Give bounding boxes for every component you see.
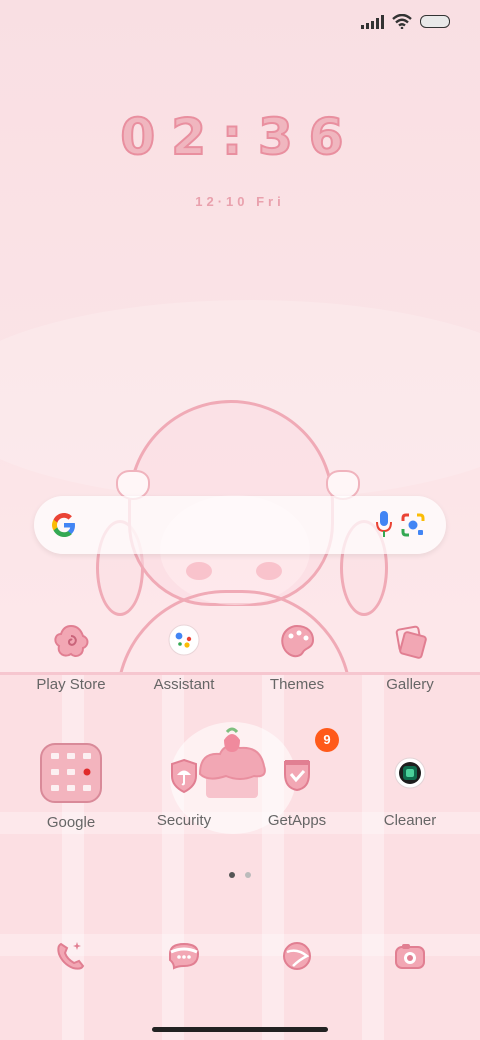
app-play-store[interactable]: Play Store <box>16 618 126 693</box>
palette-icon <box>273 618 321 666</box>
flower-swirl-icon <box>47 618 95 666</box>
page-dot-1[interactable] <box>229 872 235 878</box>
app-label: Play Store <box>36 676 106 693</box>
page-dot-2[interactable] <box>245 872 251 878</box>
clock-date[interactable]: 12·10 Fri <box>0 194 480 209</box>
app-label: Themes <box>269 676 325 693</box>
google-search-bar[interactable] <box>34 496 446 554</box>
page-indicator[interactable] <box>0 872 480 878</box>
app-label: Assistant <box>153 676 215 693</box>
battery-icon <box>420 15 450 28</box>
app-themes[interactable]: Themes <box>242 618 352 693</box>
app-assistant[interactable]: Assistant <box>129 618 239 693</box>
clock-time[interactable]: 02:36 <box>0 107 480 167</box>
wifi-icon <box>392 14 412 29</box>
app-gallery[interactable]: Gallery <box>355 618 465 693</box>
app-google-folder[interactable]: Google <box>16 742 126 831</box>
getapps-icon <box>273 752 321 800</box>
cleaner-icon <box>386 752 434 800</box>
browser-icon[interactable] <box>279 938 315 974</box>
folder-icon <box>39 742 103 804</box>
assistant-icon <box>160 618 208 666</box>
app-label: GetApps <box>267 812 327 829</box>
status-bar <box>361 14 450 29</box>
shield-umbrella-icon <box>160 752 208 800</box>
signal-icon <box>361 14 384 29</box>
gesture-nav-bar[interactable] <box>152 1027 328 1032</box>
camera-icon[interactable] <box>392 938 428 974</box>
phone-icon[interactable] <box>53 938 89 974</box>
app-label: Gallery <box>386 676 434 693</box>
lens-icon[interactable] <box>400 512 426 538</box>
app-label: Google <box>46 814 96 831</box>
app-getapps[interactable]: GetApps <box>242 752 352 829</box>
mic-icon[interactable] <box>376 510 392 538</box>
app-label: Cleaner <box>383 812 437 829</box>
photos-icon <box>386 618 434 666</box>
google-logo-icon <box>52 513 75 537</box>
app-label: Security <box>156 812 212 829</box>
notification-badge: 9 <box>315 728 339 752</box>
app-cleaner[interactable]: Cleaner <box>355 752 465 829</box>
messages-icon[interactable] <box>166 938 202 974</box>
app-security[interactable]: Security <box>129 752 239 829</box>
